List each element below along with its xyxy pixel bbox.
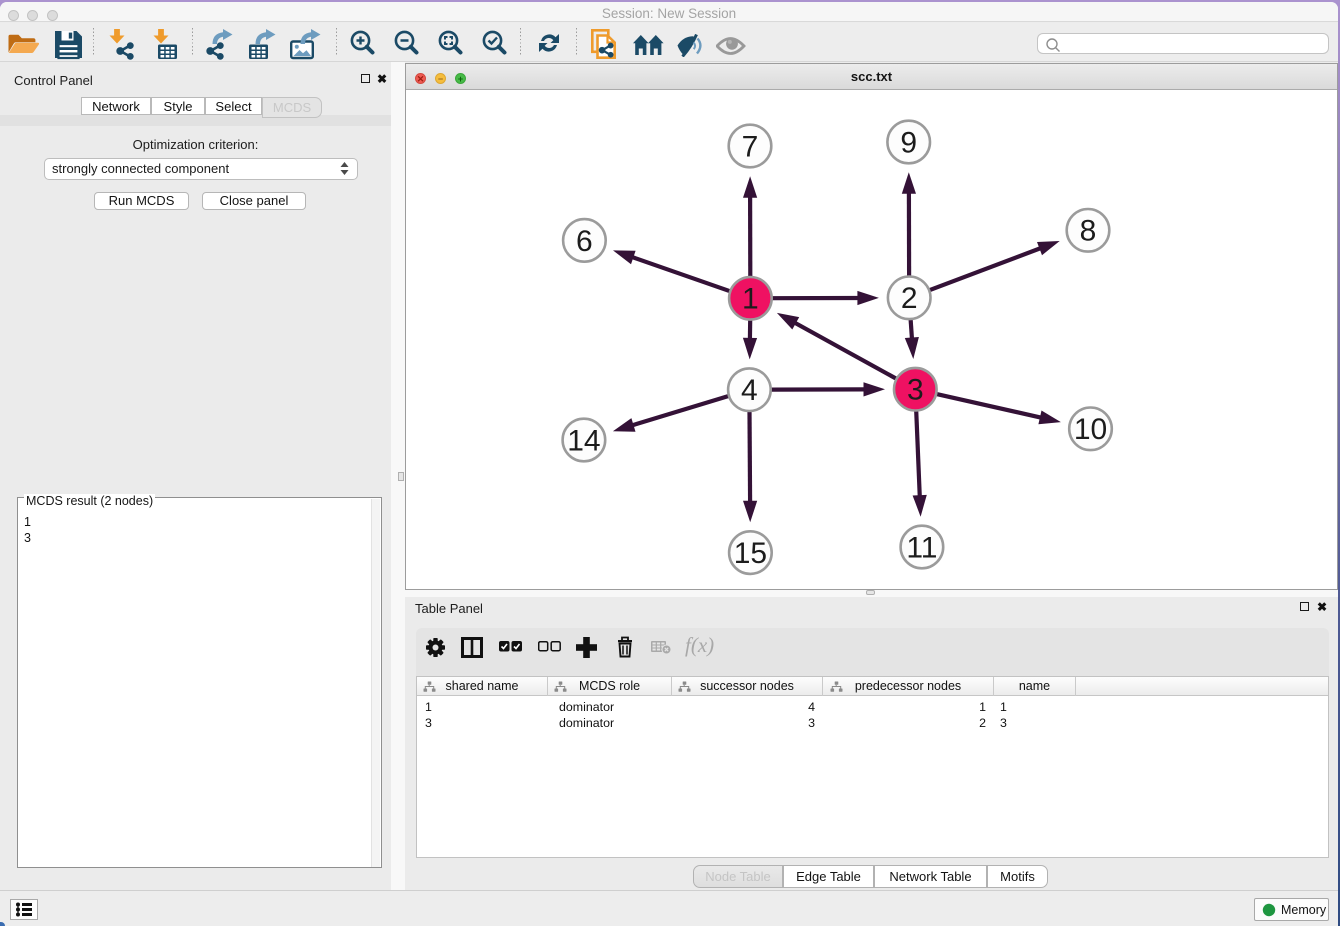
svg-text:10: 10: [1074, 413, 1107, 446]
svg-text:6: 6: [576, 225, 593, 258]
svg-text:8: 8: [1080, 215, 1097, 248]
svg-text:15: 15: [734, 537, 767, 570]
svg-text:14: 14: [567, 424, 600, 457]
svg-text:9: 9: [900, 126, 917, 159]
svg-text:4: 4: [741, 374, 758, 407]
svg-text:2: 2: [901, 282, 918, 315]
svg-text:1: 1: [742, 283, 759, 316]
svg-text:3: 3: [907, 374, 924, 407]
svg-text:11: 11: [906, 531, 937, 564]
svg-text:7: 7: [742, 130, 759, 163]
